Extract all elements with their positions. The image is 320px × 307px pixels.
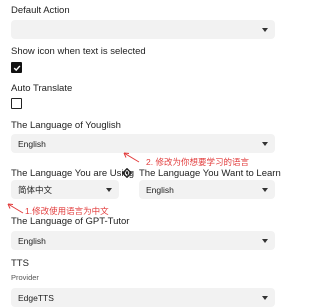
chevron-down-icon — [262, 141, 268, 146]
language-learn-value: English — [146, 184, 174, 195]
tts-provider-select[interactable]: EdgeTTS — [11, 288, 275, 307]
youglish-language-select[interactable]: English — [11, 134, 275, 153]
language-using-label: The Language You are Using — [11, 168, 135, 179]
annotation-learn-language: 2. 修改为你想要学习的语言 — [146, 157, 249, 167]
annotation-arrow-2 — [123, 152, 140, 163]
tts-provider-label: Provider — [11, 273, 39, 282]
youglish-language-value: English — [18, 138, 46, 149]
checkmark-icon — [13, 64, 20, 71]
language-learn-label: The Language You Want to Learn — [139, 168, 281, 179]
youglish-language-label: The Language of Youglish — [11, 120, 121, 131]
chevron-down-icon — [106, 187, 112, 192]
auto-translate-label: Auto Translate — [11, 83, 73, 94]
language-using-select[interactable]: 简体中文 — [11, 180, 119, 199]
chevron-down-icon — [262, 187, 268, 192]
auto-translate-checkbox[interactable] — [11, 98, 22, 109]
gpt-tutor-language-value: English — [18, 235, 46, 246]
chevron-down-icon — [262, 295, 268, 300]
tts-provider-value: EdgeTTS — [18, 292, 54, 303]
tts-label: TTS — [11, 258, 29, 269]
show-icon-label: Show icon when text is selected — [11, 46, 146, 57]
default-action-label: Default Action — [11, 5, 70, 16]
chevron-down-icon — [262, 238, 268, 243]
language-using-value: 简体中文 — [18, 184, 53, 195]
language-learn-select[interactable]: English — [139, 180, 275, 199]
chevron-down-icon — [262, 27, 268, 32]
default-action-select[interactable] — [11, 20, 275, 39]
show-icon-checkbox[interactable] — [11, 62, 22, 73]
gpt-tutor-language-select[interactable]: English — [11, 231, 275, 250]
annotation-arrow-1 — [7, 203, 24, 214]
gpt-tutor-language-label: The Language of GPT-Tutor — [11, 216, 130, 227]
swap-languages-icon[interactable] — [122, 168, 132, 178]
